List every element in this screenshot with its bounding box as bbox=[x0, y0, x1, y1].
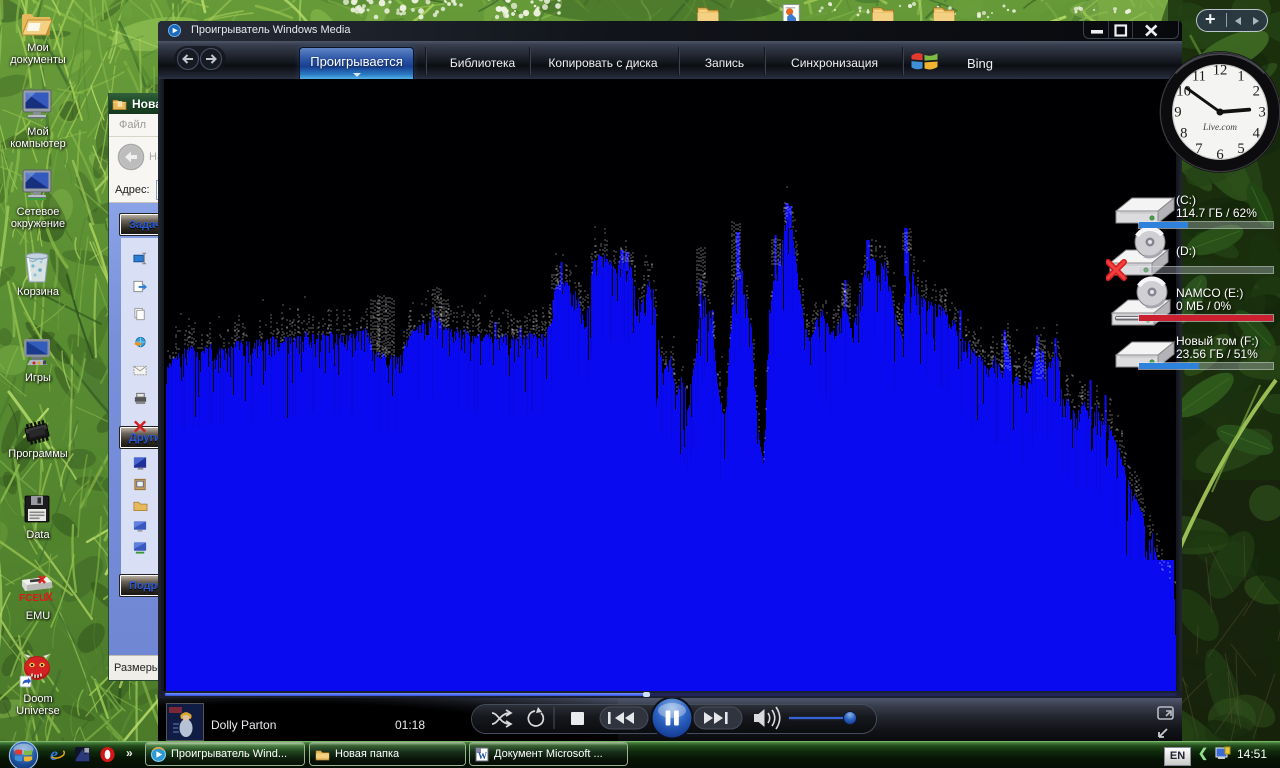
svg-text:3: 3 bbox=[1258, 105, 1265, 121]
svg-text:9: 9 bbox=[1174, 105, 1181, 121]
svg-text:8: 8 bbox=[1180, 126, 1187, 142]
svg-text:11: 11 bbox=[1192, 68, 1206, 84]
svg-text:12: 12 bbox=[1213, 63, 1228, 79]
svg-text:Live.com: Live.com bbox=[1202, 123, 1237, 133]
svg-text:10: 10 bbox=[1176, 84, 1191, 100]
svg-text:2: 2 bbox=[1253, 84, 1260, 100]
svg-text:X: X bbox=[45, 590, 53, 604]
svg-text:5: 5 bbox=[1237, 141, 1244, 157]
svg-text:W: W bbox=[478, 751, 487, 761]
svg-text:4: 4 bbox=[1253, 126, 1261, 142]
svg-text:FCEU: FCEU bbox=[19, 593, 46, 604]
svg-text:7: 7 bbox=[1195, 141, 1202, 157]
svg-text:1: 1 bbox=[1237, 68, 1244, 84]
svg-text:6: 6 bbox=[1216, 147, 1223, 163]
svg-text:e: e bbox=[50, 746, 58, 763]
